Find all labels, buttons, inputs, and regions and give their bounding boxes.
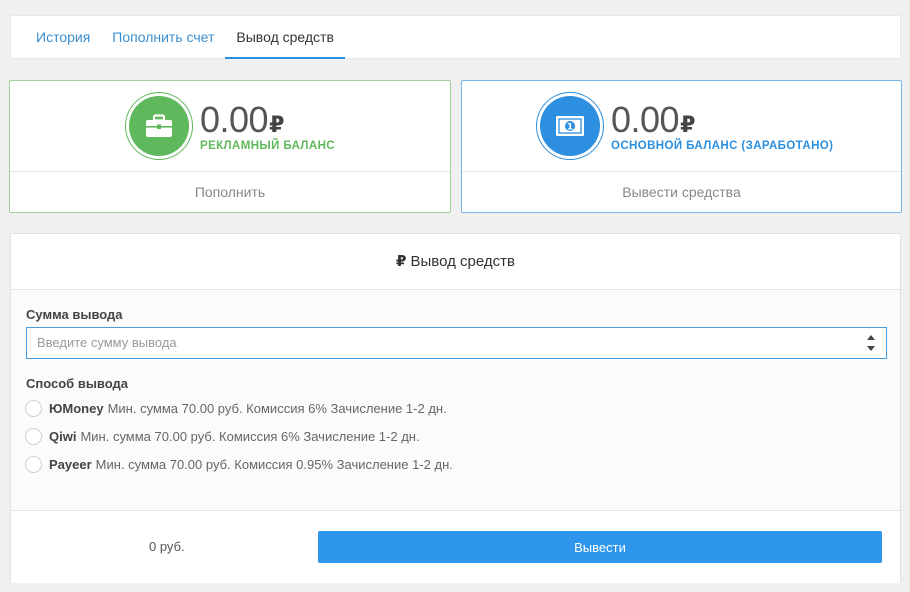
tab-top-up[interactable]: Пополнить счет: [101, 16, 225, 59]
total-amount: 0 руб.: [149, 539, 185, 554]
radio-yumoney[interactable]: [25, 400, 42, 417]
tab-history[interactable]: История: [25, 16, 101, 59]
amount-input[interactable]: Введите сумму вывода: [26, 327, 887, 359]
ad-balance-label: РЕКЛАМНЫЙ БАЛАНС: [200, 140, 335, 152]
amount-label: Сумма вывода: [26, 307, 123, 322]
banknote-icon: 1: [540, 96, 600, 156]
ruble-sign: ₽: [396, 253, 407, 270]
ruble-sign: ₽: [269, 112, 284, 137]
withdraw-panel: ₽ Вывод средств Сумма вывода Введите сумм…: [10, 233, 901, 583]
briefcase-icon: [129, 96, 189, 156]
tab-bar: История Пополнить счет Вывод средств: [10, 15, 901, 59]
panel-footer: 0 руб. Вывести: [11, 510, 900, 583]
spinner-up-icon[interactable]: [867, 335, 875, 340]
top-up-button[interactable]: Пополнить: [10, 172, 450, 212]
ad-balance-card: 0.00₽ РЕКЛАМНЫЙ БАЛАНС Пополнить: [9, 80, 451, 213]
method-option-yumoney[interactable]: ЮMoney Мин. сумма 70.00 руб. Комиссия 6% …: [25, 400, 447, 417]
number-spinner[interactable]: [866, 335, 876, 351]
method-option-qiwi[interactable]: Qiwi Мин. сумма 70.00 руб. Комиссия 6% За…: [25, 428, 420, 445]
main-balance-card: 1 0.00₽ ОСНОВНОЙ БАЛАНС (ЗАРАБОТАНО) Выв…: [461, 80, 902, 213]
radio-qiwi[interactable]: [25, 428, 42, 445]
ad-balance-amount: 0.00₽: [200, 99, 284, 140]
tab-withdraw[interactable]: Вывод средств: [225, 16, 345, 59]
method-option-payeer[interactable]: Payeer Мин. сумма 70.00 руб. Комиссия 0.9…: [25, 456, 453, 473]
radio-payeer[interactable]: [25, 456, 42, 473]
withdraw-funds-button[interactable]: Вывести средства: [462, 172, 901, 212]
panel-title: ₽ Вывод средств: [11, 234, 900, 290]
spinner-down-icon[interactable]: [867, 346, 875, 351]
withdraw-submit-button[interactable]: Вывести: [318, 531, 882, 563]
svg-text:1: 1: [567, 123, 573, 133]
ruble-sign: ₽: [680, 112, 695, 137]
main-balance-amount: 0.00₽: [611, 99, 695, 140]
method-label: Способ вывода: [26, 376, 128, 391]
main-balance-label: ОСНОВНОЙ БАЛАНС (ЗАРАБОТАНО): [611, 140, 834, 152]
